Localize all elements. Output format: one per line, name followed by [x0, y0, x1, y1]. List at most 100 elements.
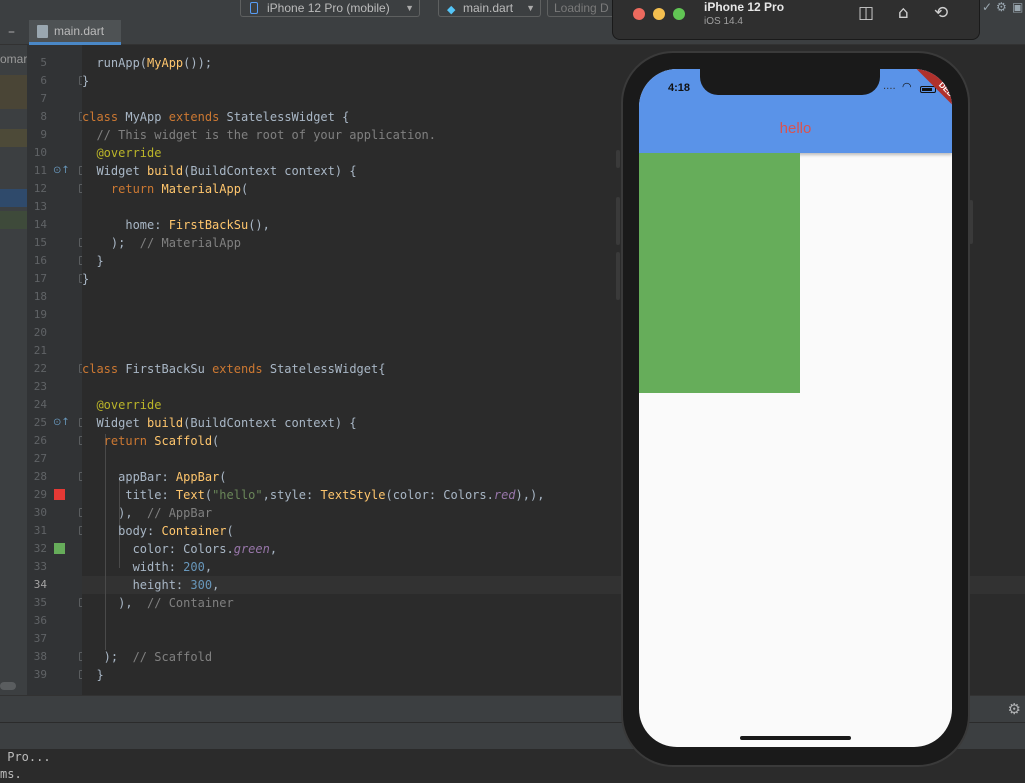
code-token: red: [493, 488, 516, 502]
override-marker-icon[interactable]: ⊙↑: [53, 162, 70, 180]
code-token: build: [147, 416, 184, 430]
screenshot-icon[interactable]: ◫: [858, 3, 874, 23]
code-line: return Scaffold(: [82, 432, 220, 450]
line-number: 39: [33, 668, 47, 681]
loading-status-text: Loading D: [554, 1, 609, 15]
green-container: [639, 153, 800, 393]
run-config-selector[interactable]: ◆ main.dart ▼: [438, 0, 541, 17]
code-token: ,: [269, 542, 278, 556]
home-icon[interactable]: ⌂: [898, 3, 909, 23]
home-indicator[interactable]: [740, 736, 851, 740]
code-line: ); // Scaffold: [82, 648, 212, 666]
line-number: 19: [33, 308, 47, 321]
code-token: @override: [82, 146, 162, 160]
volume-down-button: [616, 252, 620, 300]
line-number: 27: [33, 452, 47, 465]
line-number: 7: [40, 92, 47, 105]
device-selector[interactable]: iPhone 12 Pro (mobile) ▼: [240, 0, 420, 17]
zoom-window-button[interactable]: [673, 8, 685, 20]
code-token: AppBar: [175, 470, 220, 484]
collapse-icon[interactable]: –: [0, 20, 27, 45]
avd-manager-icon[interactable]: ⚙: [996, 0, 1007, 14]
simulator-titlebar: iPhone 12 Pro iOS 14.4 ◫ ⌂ ⟲: [612, 0, 980, 40]
line-number: 17: [33, 272, 47, 285]
code-line: runApp(MyApp());: [82, 54, 212, 72]
flutter-icon: ◆: [447, 4, 456, 16]
code-line: }: [82, 252, 104, 270]
line-number: 36: [33, 614, 47, 627]
wifi-icon: ◠: [902, 80, 912, 93]
code-token: extends: [212, 362, 270, 376]
signal-icon: ....: [883, 81, 896, 92]
code-token: home:: [82, 218, 169, 232]
code-line: ), // AppBar: [82, 504, 212, 522]
line-number: 32: [33, 542, 47, 555]
console-line: Pro...: [0, 750, 51, 764]
sdk-manager-icon[interactable]: ▣: [1012, 0, 1023, 14]
code-token: Scaffold: [154, 434, 213, 448]
git-icon[interactable]: ✓: [982, 0, 992, 14]
code-token: ,: [204, 560, 213, 574]
code-line: // This widget is the root of your appli…: [82, 126, 436, 144]
close-window-button[interactable]: [633, 8, 645, 20]
gear-icon[interactable]: ⚙: [1008, 700, 1021, 718]
line-number: 15: [33, 236, 47, 249]
code-token: 200: [183, 560, 205, 574]
phone-screen[interactable]: 4:18 .... ◠ hello DEBUG: [639, 69, 952, 747]
code-line: Widget build(BuildContext context) {: [82, 162, 357, 180]
tab-label: main.dart: [54, 24, 105, 38]
line-number: 5: [40, 56, 47, 69]
code-line: width: 200,: [82, 558, 213, 576]
code-token: return: [82, 182, 162, 196]
line-number: 10: [33, 146, 47, 159]
line-number: 16: [33, 254, 47, 267]
line-number: 29: [33, 488, 47, 501]
code-line: }: [82, 270, 89, 288]
code-token: Container: [161, 524, 227, 538]
code-line: }: [82, 72, 89, 90]
code-token: );: [82, 650, 133, 664]
minimize-window-button[interactable]: [653, 8, 665, 20]
code-line: class MyApp extends StatelessWidget {: [82, 108, 349, 126]
line-number: 13: [33, 200, 47, 213]
code-token: FirstBackSu: [168, 218, 249, 232]
code-token: (BuildContext context) {: [183, 416, 357, 430]
horizontal-scrollbar[interactable]: [0, 682, 16, 690]
line-number-gutter: 5 6 7 8 9 10 11 12 13 14 15 16 17 18 19 20 21 22 23 24 25 26 2…: [27, 45, 86, 695]
code-token: (BuildContext context) {: [183, 164, 357, 178]
green-color-swatch[interactable]: [54, 543, 65, 554]
code-line: title: Text("hello",style: TextStyle(col…: [82, 486, 544, 504]
line-number: 26: [33, 434, 47, 447]
override-marker-icon[interactable]: ⊙↑: [53, 414, 70, 432]
code-token: width:: [82, 560, 184, 574]
ringer-switch: [616, 150, 620, 168]
line-number: 6: [40, 74, 47, 87]
code-token: runApp(: [82, 56, 148, 70]
app-bar-title: hello: [779, 120, 812, 137]
highlight-band: [0, 129, 27, 147]
line-number: 30: [33, 506, 47, 519]
code-line: Widget build(BuildContext context) {: [82, 414, 357, 432]
line-number: 12: [33, 182, 47, 195]
rotate-icon[interactable]: ⟲: [934, 3, 948, 23]
line-number: 28: [33, 470, 47, 483]
code-token: }: [82, 254, 104, 268]
code-line: height: 300,: [82, 576, 220, 594]
code-line: @override: [82, 396, 161, 414]
line-number: 33: [33, 560, 47, 573]
code-line: ), // Container: [82, 594, 234, 612]
code-token: // AppBar: [147, 506, 213, 520]
code-token: ),: [82, 596, 148, 610]
line-number: 35: [33, 596, 47, 609]
tab-main-dart[interactable]: main.dart: [29, 20, 121, 45]
project-label: omar: [0, 52, 27, 66]
code-token: // Container: [147, 596, 234, 610]
code-token: build: [147, 164, 184, 178]
red-color-swatch[interactable]: [54, 489, 65, 500]
code-token: ,: [212, 578, 220, 592]
code-line: ); // MaterialApp: [82, 234, 241, 252]
code-line: color: Colors.green,: [82, 540, 278, 558]
line-number: 18: [33, 290, 47, 303]
phone-notch: [700, 69, 880, 95]
code-token: return: [82, 434, 155, 448]
